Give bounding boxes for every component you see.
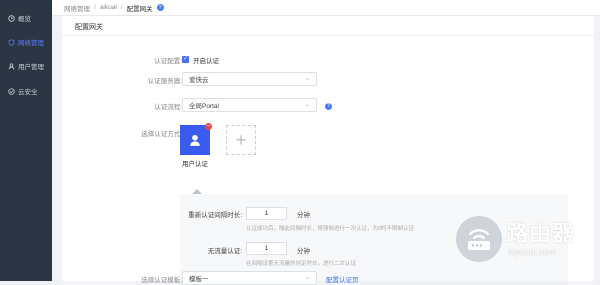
reauth-interval-hint: 认证成功后，隔此间隔时长，将强制进行一次认证，为0时不限制认证 (246, 226, 415, 232)
sidebar-item-cloud-security[interactable]: 云安全 (0, 82, 52, 100)
auth-server-label: 认证服务器: (147, 78, 182, 85)
auth-template-select[interactable]: 模板一 ⌄ (182, 271, 317, 285)
no-traffic-auth-input[interactable]: 1 (246, 242, 287, 255)
plus-icon: + (235, 129, 247, 150)
breadcrumb-network[interactable]: 网络管理 (64, 3, 90, 13)
router-logo-icon (456, 216, 502, 262)
shield-icon (7, 38, 15, 46)
auth-config-label: 认证配置: (154, 58, 182, 65)
reauth-interval-label: 重新认证间隔时长: (188, 212, 242, 219)
auth-enable-text[interactable]: 开启认证 (193, 55, 219, 65)
clock-icon (7, 14, 15, 22)
user-auth-card-label: 用户认证 (182, 161, 208, 168)
auth-enable-checkbox[interactable]: ✓ (182, 56, 189, 63)
sidebar: 概览 网络管理 用户管理 云安全 (0, 0, 52, 281)
breadcrumb-separator: / (94, 4, 96, 11)
sidebar-item-label: 用户管理 (18, 64, 44, 71)
auth-template-label: 选择认证模板: (141, 277, 182, 284)
user-icon (7, 62, 15, 70)
chevron-down-icon: ⌄ (304, 275, 310, 281)
remove-icon[interactable]: – (205, 123, 212, 130)
no-traffic-auth-hint: 在间隔设置无流量的则定时长，进行二次认证 (246, 261, 357, 267)
breadcrumb: 网络管理 / aikual / 配置网关 ? (52, 0, 600, 16)
auth-flow-select[interactable]: 全局Portal ⌄ (182, 98, 317, 112)
auth-server-select[interactable]: 爱快云 ⌄ (182, 72, 317, 86)
page-title: 配置网关 (75, 24, 103, 31)
add-auth-method-button[interactable]: + (226, 125, 256, 155)
chevron-down-icon: ⌄ (304, 76, 310, 82)
no-traffic-auth-unit: 分钟 (297, 248, 310, 255)
sidebar-item-users[interactable]: 用户管理 (0, 57, 52, 75)
watermark: 路由器 luyouqi.com (456, 216, 600, 266)
sidebar-item-label: 网络管理 (18, 40, 44, 47)
auth-flow-value: 全局Portal (189, 103, 219, 110)
chevron-down-icon: ⌄ (304, 102, 310, 108)
config-auth-page-link[interactable]: 配置认证页 (326, 274, 359, 284)
reauth-interval-input[interactable]: 1 (246, 207, 287, 220)
auth-method-label: 选择认证方式: (141, 131, 182, 138)
auth-template-value: 模板一 (189, 276, 209, 283)
sidebar-item-label: 云安全 (18, 89, 38, 96)
reauth-interval-unit: 分钟 (297, 212, 310, 219)
sidebar-item-label: 概览 (18, 16, 31, 23)
breadcrumb-current: 配置网关 (126, 5, 153, 13)
user-auth-card[interactable] (180, 125, 210, 155)
help-icon[interactable]: ? (156, 4, 164, 11)
watermark-title: 路由器 (506, 221, 576, 246)
divider (62, 35, 594, 36)
cloud-shield-icon (7, 87, 15, 95)
breadcrumb-separator: / (120, 4, 123, 11)
watermark-url: luyouqi.com (508, 247, 557, 257)
auth-server-value: 爱快云 (189, 77, 209, 84)
breadcrumb-aikual[interactable]: aikual (100, 4, 117, 11)
help-icon[interactable]: ? (325, 102, 332, 110)
no-traffic-auth-label: 无流量认证: (207, 248, 242, 255)
sidebar-item-network[interactable]: 网络管理 (0, 33, 52, 51)
user-icon (190, 134, 200, 146)
auth-flow-label: 认证流程: (154, 104, 182, 111)
sidebar-item-overview[interactable]: 概览 (0, 9, 52, 27)
